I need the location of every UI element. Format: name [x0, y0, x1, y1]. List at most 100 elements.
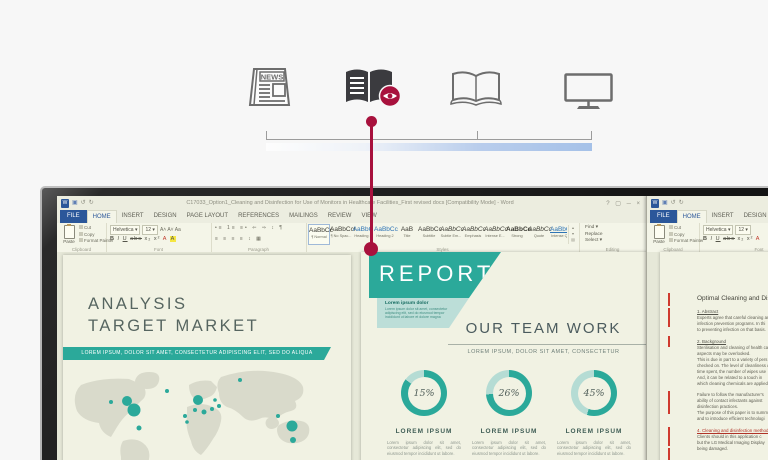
ribbon-tab[interactable]: INSERT [117, 210, 149, 223]
ribbon-tab[interactable]: MAILINGS [284, 210, 323, 223]
document-page-paper: Optimal Cleaning and Disinfection 1. Abs… [660, 252, 768, 460]
feature-slider-bar[interactable] [266, 143, 592, 151]
paste-button[interactable]: Paste [61, 225, 77, 244]
donut-percent: 45% [571, 370, 617, 416]
font-name-dropdown[interactable]: Helvetica ▾ [110, 225, 140, 235]
map-dot [202, 410, 207, 415]
styles-gallery: AaBbCc ¶ Normal AaBbCcI ¶ No Spac... AaB… [308, 224, 567, 245]
marketing-hero: NEWS [0, 0, 768, 460]
donut-percent: 15% [401, 370, 447, 416]
word-app-icon: W [651, 199, 659, 208]
paper-title: Optimal Cleaning and Disinfection [697, 295, 768, 302]
map-dot [238, 378, 242, 382]
donut-label: LOREM IPSUM [384, 428, 464, 435]
document-area: ANALYSIS TARGET MARKET LOREM IPSUM, DOLO… [57, 252, 646, 460]
lorem-banner: LOREM IPSUM, DOLOR SIT AMET, CONSECTETUR… [63, 347, 331, 360]
tracked-change-bar [668, 308, 670, 327]
tracked-change-bar [668, 448, 670, 460]
font-size-buttons[interactable]: A˄ A˅ Aa [160, 227, 181, 233]
ribbon-tab[interactable]: INSERT [707, 210, 739, 223]
world-map [71, 367, 343, 460]
font-name-dropdown[interactable]: Helvetica ▾ [703, 225, 733, 235]
monitor-icon[interactable] [564, 73, 614, 111]
newspaper-icon[interactable]: NEWS [246, 67, 292, 107]
donut-chart-3: 45% [571, 370, 617, 416]
monitor-bezel: W ▣ ↺ ↻ C17033_Option1_Cleaning and Disi… [40, 186, 768, 460]
paragraph-buttons-row2[interactable]: ≡ ≡ ≡ ≡ ↕ ▦ [215, 236, 263, 242]
map-dot [165, 389, 169, 393]
document-page-report: REPORT Lorem ipsum dolor Lorem ipsum dol… [361, 252, 649, 460]
connector-line [370, 121, 373, 248]
redo-icon[interactable]: ↻ [679, 199, 684, 207]
style-chip[interactable]: AaBbCc Heading 2 [374, 224, 396, 245]
style-chip[interactable]: AaBbCc Subtle Em... [440, 224, 462, 245]
ribbon-tab[interactable]: DESIGN [739, 210, 768, 223]
undo-icon[interactable]: ↺ [81, 199, 86, 207]
quick-access-toolbar[interactable]: W ▣ ↺ ↻ [651, 199, 684, 208]
font-size-dropdown[interactable]: 12 ▾ [142, 225, 157, 235]
ribbon-tab[interactable]: HOME [677, 210, 707, 223]
style-chip[interactable]: AaBbCc Emphasis [462, 224, 484, 245]
styles-group: AaBbCc ¶ Normal AaBbCcI ¶ No Spac... AaB… [306, 223, 580, 252]
map-dot [210, 407, 214, 411]
font-format-buttons[interactable]: B I U abc x₂ x² A [703, 236, 760, 242]
title-bar[interactable]: W ▣ ↺ ↻ [647, 196, 768, 210]
ribbon-tab[interactable]: PAGE LAYOUT [182, 210, 233, 223]
word-app-icon: W [61, 199, 69, 208]
style-chip[interactable]: AaBbCc ¶ Normal [308, 224, 330, 245]
paragraph-buttons-row1[interactable]: •≡ 1≡ ≡• ⇐ ⇒ ↕ ¶ [215, 225, 284, 231]
divider-line [448, 344, 646, 345]
document-area: Optimal Cleaning and Disinfection 1. Abs… [647, 252, 768, 460]
donut-label: LOREM IPSUM [469, 428, 549, 435]
font-format-buttons[interactable]: B I U abc x₂ x² A A [110, 236, 176, 242]
style-chip[interactable]: AaB Title [396, 224, 418, 245]
map-dot [193, 408, 197, 412]
title-bar[interactable]: W ▣ ↺ ↻ C17033_Option1_Cleaning and Disi… [57, 196, 646, 210]
style-chip[interactable]: AaBbCc Quote [528, 224, 550, 245]
ribbon-tab[interactable]: FILE [650, 210, 677, 223]
paste-button[interactable]: Paste [651, 225, 667, 244]
document-page-analysis: ANALYSIS TARGET MARKET LOREM IPSUM, DOLO… [63, 255, 351, 460]
map-dot [128, 404, 141, 417]
clipboard-icon [64, 225, 75, 239]
ribbon-tab[interactable]: DESIGN [149, 210, 182, 223]
save-icon[interactable]: ▣ [662, 199, 668, 207]
style-chip[interactable]: AaBbCc Strong [506, 224, 528, 245]
donut-chart-1: 15% [401, 370, 447, 416]
save-icon[interactable]: ▣ [72, 199, 78, 207]
ribbon-tab[interactable]: REVIEW [323, 210, 357, 223]
ribbon-tab[interactable]: HOME [87, 210, 117, 223]
right-page-sections: 1. AbstractExperts agree that careful cl… [697, 308, 768, 457]
window-controls[interactable]: ? ▢ ─ × [606, 200, 642, 207]
slider-tick [591, 131, 592, 139]
style-chip[interactable]: AaBbCc Intense E... [484, 224, 506, 245]
reader-mode-book-icon[interactable] [344, 66, 402, 108]
ribbon-tab[interactable]: REFERENCES [233, 210, 284, 223]
clipboard-group: Paste Cut Copy Format Painter Clipboard [647, 223, 700, 252]
gallery-scroll[interactable]: ▴▾▤ [568, 225, 577, 244]
map-dot [137, 426, 142, 431]
map-dot [109, 400, 113, 404]
team-work-heading: OUR TEAM WORK [446, 320, 641, 337]
map-dot [185, 420, 189, 424]
map-dot [290, 437, 296, 443]
font-size-dropdown[interactable]: 12 ▾ [735, 225, 750, 235]
editing-command[interactable]: Select ▾ [585, 238, 603, 245]
undo-icon[interactable]: ↺ [671, 199, 676, 207]
donut-chart-2: 26% [486, 370, 532, 416]
clipboard-group: Paste Cut Copy Format Painter Clipboard [57, 223, 107, 252]
style-chip[interactable]: AaBbCc Intense Q... [550, 224, 567, 245]
map-dot [287, 421, 298, 432]
slider-tick [266, 131, 267, 139]
map-dot [217, 404, 221, 408]
open-book-icon[interactable] [450, 70, 502, 108]
feature-slider-track[interactable] [266, 131, 592, 140]
style-chip[interactable]: AaBbCcI ¶ No Spac... [330, 224, 352, 245]
ribbon-tabs: FILEHOMEINSERTDESIGNPAGE LAYOUT [647, 210, 768, 223]
ribbon-tab[interactable]: FILE [60, 210, 87, 223]
quick-access-toolbar[interactable]: W ▣ ↺ ↻ [61, 199, 94, 208]
ribbon: Paste Cut Copy Format Painter Clipboard … [647, 223, 768, 253]
map-dot [122, 396, 132, 406]
analysis-heading: ANALYSIS [88, 295, 187, 314]
style-chip[interactable]: AaBbCc Subtitle [418, 224, 440, 245]
